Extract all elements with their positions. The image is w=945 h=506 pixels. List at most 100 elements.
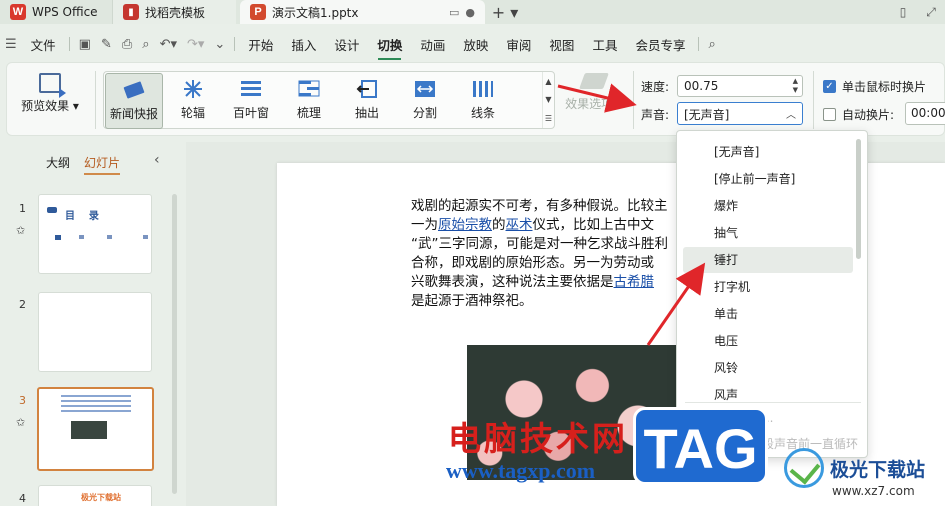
slide-thumbnail-2[interactable] bbox=[38, 292, 152, 372]
click-advance-checkbox[interactable]: ✓ bbox=[823, 80, 836, 93]
wps-logo-icon: W bbox=[10, 4, 26, 20]
slides-scrollbar[interactable] bbox=[172, 194, 177, 494]
sound-option-chimes[interactable]: 风铃 bbox=[678, 355, 854, 381]
transition-news-flash[interactable]: 新闻快报 bbox=[105, 73, 163, 129]
gallery-down-icon[interactable]: ▼ bbox=[545, 95, 551, 104]
menu-home[interactable]: 开始 bbox=[239, 35, 282, 54]
sound-option-none[interactable]: [无声音] bbox=[678, 139, 854, 165]
thumb3-photo bbox=[71, 421, 107, 439]
menu-file[interactable]: 文件 bbox=[22, 35, 65, 54]
pull-icon bbox=[356, 79, 377, 98]
dot-icon[interactable]: ● bbox=[465, 6, 475, 19]
print-preview-icon[interactable]: ⌕ bbox=[137, 37, 154, 52]
thumb1-dot bbox=[55, 235, 61, 240]
menu-member[interactable]: 会员专享 bbox=[626, 35, 694, 54]
menu-transitions[interactable]: 切换 bbox=[368, 35, 411, 60]
speed-input[interactable]: 00.75 ▲ ▼ bbox=[677, 75, 803, 97]
spin-down-icon[interactable]: ▼ bbox=[793, 86, 798, 94]
print-icon[interactable]: ⎙ bbox=[117, 37, 137, 52]
watermark-site: 极光下载站 bbox=[784, 448, 925, 488]
search-icon[interactable]: ⌕ bbox=[703, 37, 720, 52]
sound-option-typewriter[interactable]: 打字机 bbox=[678, 274, 854, 300]
menu-insert[interactable]: 插入 bbox=[282, 35, 325, 54]
preview-effect-button[interactable]: 预览效果 ▾ bbox=[19, 73, 81, 125]
sound-option-hammer[interactable]: 锤打 bbox=[683, 247, 853, 273]
sound-option-stop-previous[interactable]: [停止前一声音] bbox=[678, 166, 854, 192]
slide-thumbnail-3[interactable] bbox=[37, 387, 154, 471]
wheel-icon bbox=[184, 79, 202, 98]
link-witchcraft[interactable]: 巫术 bbox=[506, 217, 533, 233]
menu-view[interactable]: 视图 bbox=[540, 35, 583, 54]
transition-wheel[interactable]: 轮辐 bbox=[164, 72, 222, 128]
menu-design[interactable]: 设计 bbox=[325, 35, 368, 54]
slide-line-4: 合称，即戏剧的原始形态。另一为劳动或 bbox=[411, 255, 654, 271]
transition-pull-label: 抽出 bbox=[354, 105, 379, 120]
slide-body-text[interactable]: 戏剧的起源实不可考，有多种假说。比较主 一为原始宗教的巫术仪式，比如上古中文 “… bbox=[411, 197, 711, 311]
expand-icon[interactable]: ⤢ bbox=[917, 5, 945, 20]
gallery-scroll[interactable]: ▲ ▼ ☰ bbox=[542, 72, 554, 128]
thumb4-title: 极光下载站 bbox=[81, 493, 121, 502]
transition-lines-label: 线条 bbox=[470, 105, 495, 120]
transition-wheel-label: 轮辐 bbox=[180, 105, 205, 120]
new-tab-button[interactable]: + ▾ bbox=[485, 3, 525, 22]
transition-lines[interactable]: 线条 bbox=[454, 72, 512, 128]
tab-slides[interactable]: 幻灯片 bbox=[84, 154, 121, 175]
transition-blinds[interactable]: 百叶窗 bbox=[222, 72, 280, 128]
comb-icon bbox=[298, 80, 320, 96]
sound-option-explosion[interactable]: 爆炸 bbox=[678, 193, 854, 219]
gallery-more-icon[interactable]: ☰ bbox=[545, 114, 552, 123]
slide-thumbnail-1[interactable]: 目 录 bbox=[38, 194, 152, 274]
gallery-up-icon[interactable]: ▲ bbox=[545, 77, 551, 86]
menu-hamburger-icon[interactable]: ☰ bbox=[0, 37, 22, 52]
tab-document[interactable]: P 演示文稿1.pptx ▭ ● bbox=[240, 0, 485, 24]
watermark-site-name: 极光下载站 bbox=[830, 458, 926, 481]
auto-advance-option[interactable]: 自动换片: bbox=[823, 106, 894, 123]
link-greece[interactable]: 古希腊 bbox=[614, 274, 655, 290]
link-primitive-religion[interactable]: 原始宗教 bbox=[438, 217, 492, 233]
slide-number-3: 3 bbox=[19, 394, 26, 407]
sound-label: 声音: bbox=[641, 108, 670, 122]
effect-options-button[interactable]: 效果选项 ▾ bbox=[559, 73, 629, 123]
menu-tools[interactable]: 工具 bbox=[583, 35, 626, 54]
click-advance-option[interactable]: ✓ 单击鼠标时换片 bbox=[823, 78, 926, 95]
collapse-panel-icon[interactable]: ‹ bbox=[154, 152, 160, 168]
sound-option-voltage[interactable]: 电压 bbox=[678, 328, 854, 354]
speed-value: 00.75 bbox=[684, 79, 719, 93]
transition-split[interactable]: 分割 bbox=[396, 72, 454, 128]
sound-select[interactable]: [无声音] ︿ bbox=[677, 102, 803, 125]
sound-value: [无声音] bbox=[684, 108, 730, 122]
auto-advance-checkbox[interactable] bbox=[823, 108, 836, 121]
paint-icon[interactable]: ✎ bbox=[96, 37, 117, 52]
thumb1-shape bbox=[47, 207, 57, 213]
transition-pull[interactable]: 抽出 bbox=[338, 72, 396, 128]
menu-review[interactable]: 审阅 bbox=[497, 35, 540, 54]
aurora-logo-icon bbox=[784, 448, 824, 488]
slide-thumbnail-4[interactable]: 极光下载站 bbox=[38, 485, 152, 506]
sound-option-click[interactable]: 单击 bbox=[678, 301, 854, 327]
menu-animations[interactable]: 动画 bbox=[411, 35, 454, 54]
tab-template-label: 找稻壳模板 bbox=[145, 5, 206, 20]
presentation-logo-icon: P bbox=[250, 4, 266, 20]
auto-advance-time[interactable]: 00:00 bbox=[905, 102, 945, 125]
tab-outline[interactable]: 大纲 bbox=[46, 154, 70, 175]
sound-option-suction[interactable]: 抽气 bbox=[678, 220, 854, 246]
spin-up-icon[interactable]: ▲ bbox=[793, 77, 798, 85]
thumb1-dot bbox=[143, 235, 148, 239]
tab-wps-office[interactable]: W WPS Office bbox=[0, 0, 112, 24]
monitor-icon[interactable]: ▭ bbox=[449, 6, 459, 19]
window-layout-icon[interactable]: ▯ bbox=[889, 5, 917, 19]
watermark-title: 电脑技术网 bbox=[448, 419, 628, 458]
undo-icon[interactable]: ↶▾ bbox=[155, 37, 182, 52]
redo-icon[interactable]: ↷▾ bbox=[182, 37, 209, 52]
menu-slideshow[interactable]: 放映 bbox=[454, 35, 497, 54]
chevron-up-icon: ︿ bbox=[786, 110, 796, 121]
tab-template[interactable]: ▮ 找稻壳模板 bbox=[112, 0, 236, 24]
watermark-tag-logo: TAG bbox=[633, 407, 768, 485]
watermark-url: www.tagxp.com bbox=[446, 458, 596, 483]
transition-comb[interactable]: 梳理 bbox=[280, 72, 338, 128]
more-chevron-icon[interactable]: ⌄ bbox=[209, 37, 230, 52]
save-icon[interactable]: ▣ bbox=[74, 37, 96, 52]
thumb3-text-line bbox=[61, 410, 131, 412]
docer-logo-icon: ▮ bbox=[123, 4, 139, 20]
dropdown-scrollbar[interactable] bbox=[856, 139, 861, 259]
